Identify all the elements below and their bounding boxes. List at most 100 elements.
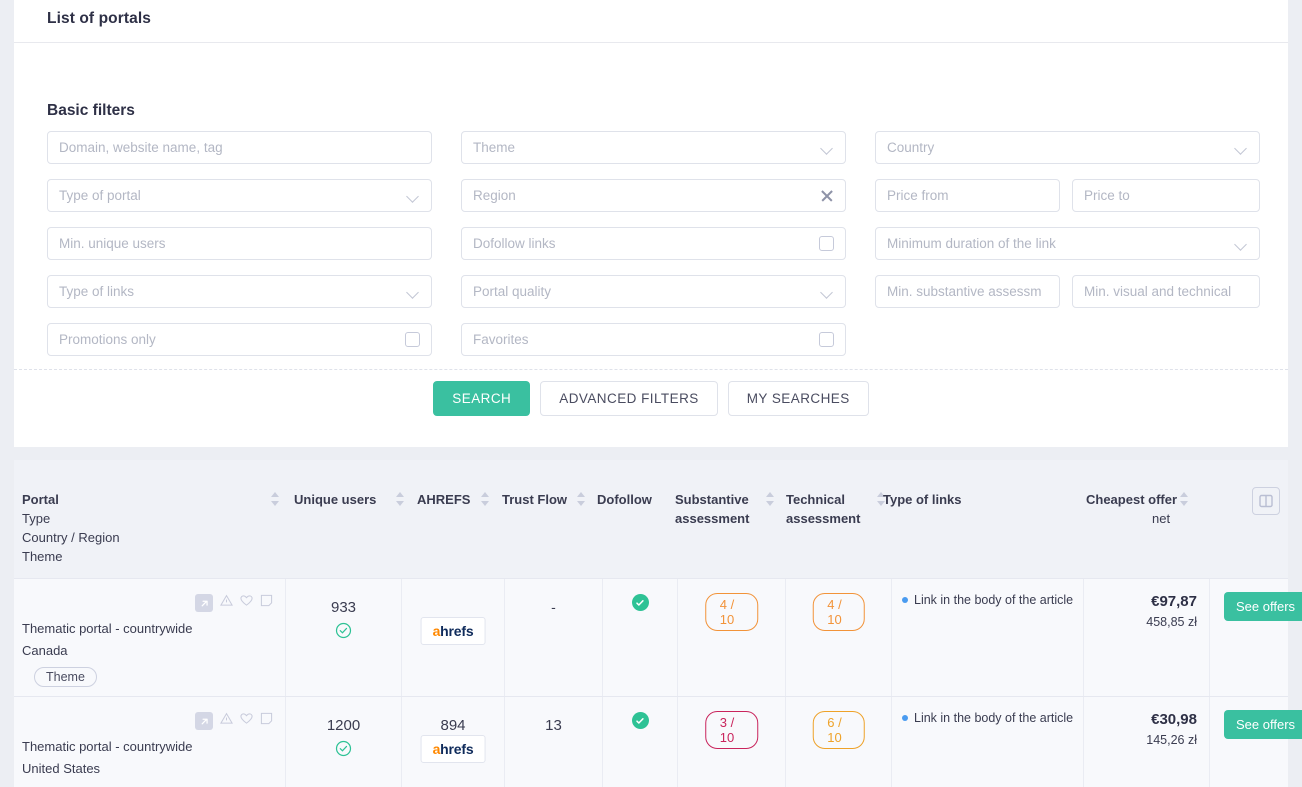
note-icon[interactable] <box>260 712 273 730</box>
portal-action-icons <box>195 594 273 612</box>
portal-quality-placeholder: Portal quality <box>473 284 552 299</box>
cell-portal: Thematic portal - countrywide United Sta… <box>14 697 286 787</box>
col-header-ahrefs[interactable]: AHREFS <box>417 490 470 509</box>
heart-icon[interactable] <box>240 594 253 612</box>
portal-quality-select[interactable]: Portal quality <box>461 275 846 308</box>
min-visual-input[interactable]: Min. visual and technical <box>1072 275 1260 308</box>
table-row[interactable]: Thematic portal - countrywide United Sta… <box>14 696 1302 787</box>
min-visual-placeholder: Min. visual and technical <box>1084 284 1232 299</box>
cell-technical-assessment: 6 / 10 <box>786 697 892 787</box>
sort-cheapest-icon[interactable] <box>1180 492 1189 506</box>
chevron-down-icon <box>407 288 420 296</box>
external-link-icon[interactable] <box>195 712 213 730</box>
dofollow-links-checkbox-field[interactable]: Dofollow links <box>461 227 846 260</box>
country-placeholder: Country <box>887 140 935 155</box>
cell-dofollow <box>603 579 678 696</box>
col-header-cheapest-offer[interactable]: Cheapest offer <box>1086 490 1177 509</box>
cell-substantive-assessment: 3 / 10 <box>678 697 786 787</box>
sort-trust-flow-icon[interactable] <box>577 492 586 506</box>
link-type: Link in the body of the article <box>902 711 1073 725</box>
min-duration-select[interactable]: Minimum duration of the link <box>875 227 1260 260</box>
region-placeholder: Region <box>473 188 516 203</box>
cell-dofollow <box>603 697 678 787</box>
cell-cheapest-offer: €97,87 458,85 zł <box>1084 579 1210 696</box>
promotions-only-checkbox-field[interactable]: Promotions only <box>47 323 432 356</box>
technical-badge: 4 / 10 <box>812 593 865 631</box>
close-icon[interactable] <box>820 189 834 203</box>
region-select[interactable]: Region <box>461 179 846 212</box>
cell-ahrefs: 894 ahrefs <box>402 697 505 787</box>
note-icon[interactable] <box>260 594 273 612</box>
price-to-placeholder: Price to <box>1084 188 1130 203</box>
see-offers-button[interactable]: See offers <box>1224 592 1302 621</box>
sort-ahrefs-icon[interactable] <box>481 492 490 506</box>
advanced-filters-button[interactable]: ADVANCED FILTERS <box>540 381 718 416</box>
my-searches-button[interactable]: MY SEARCHES <box>727 381 869 416</box>
cell-action: See offers <box>1210 579 1302 696</box>
col-header-cheapest-net: net <box>1152 511 1171 526</box>
price-from-input[interactable]: Price from <box>875 179 1060 212</box>
ahrefs-logo[interactable]: ahrefs <box>420 735 486 763</box>
sort-unique-users-icon[interactable] <box>396 492 405 506</box>
theme-select[interactable]: Theme <box>461 131 846 164</box>
dofollow-status <box>603 594 677 611</box>
verified-users-icon <box>286 622 401 639</box>
sort-substantive-icon[interactable] <box>766 492 775 506</box>
favorites-checkbox[interactable] <box>819 332 834 347</box>
cell-trust-flow: 13 <box>505 697 603 787</box>
min-substantive-input[interactable]: Min. substantive assessm <box>875 275 1060 308</box>
price-to-input[interactable]: Price to <box>1072 179 1260 212</box>
type-of-portal-placeholder: Type of portal <box>59 188 141 203</box>
chevron-down-icon <box>1235 144 1248 152</box>
sort-portal-icon[interactable] <box>271 492 280 506</box>
favorites-placeholder: Favorites <box>473 332 529 347</box>
col-header-trust-flow[interactable]: Trust Flow <box>502 490 567 509</box>
col-header-portal-country: Country / Region <box>22 530 120 545</box>
min-unique-users-input[interactable]: Min. unique users <box>47 227 432 260</box>
link-type-label: Link in the body of the article <box>914 593 1074 607</box>
table-header-row: Portal Type Country / Region Theme Uniqu… <box>14 460 1288 578</box>
portal-country: United States <box>22 761 101 776</box>
domain-input[interactable]: Domain, website name, tag <box>47 131 432 164</box>
favorites-checkbox-field[interactable]: Favorites <box>461 323 846 356</box>
col-header-technical[interactable]: Technical <box>786 490 845 509</box>
type-of-links-select[interactable]: Type of links <box>47 275 432 308</box>
external-link-icon[interactable] <box>195 594 213 612</box>
col-header-unique-users[interactable]: Unique users <box>294 490 376 509</box>
table-row[interactable]: Thematic portal - countrywide Canada The… <box>14 578 1302 696</box>
cell-ahrefs: ahrefs <box>402 579 505 696</box>
domain-placeholder: Domain, website name, tag <box>59 140 223 155</box>
columns-layout-button[interactable] <box>1252 487 1280 515</box>
portal-action-icons <box>195 712 273 730</box>
country-select[interactable]: Country <box>875 131 1260 164</box>
promotions-only-checkbox[interactable] <box>405 332 420 347</box>
search-button[interactable]: SEARCH <box>433 381 531 416</box>
cell-action: See offers <box>1210 697 1302 787</box>
ahrefs-value: 894 <box>440 717 466 734</box>
price-eur: €30,98 <box>1151 711 1197 728</box>
warning-triangle-icon[interactable] <box>220 712 233 730</box>
columns-layout-icon <box>1259 494 1273 508</box>
col-header-type-of-links[interactable]: Type of links <box>883 490 962 509</box>
link-type-label: Link in the body of the article <box>914 711 1074 725</box>
col-header-portal-theme: Theme <box>22 549 63 564</box>
type-of-portal-select[interactable]: Type of portal <box>47 179 432 212</box>
ahrefs-logo[interactable]: ahrefs <box>420 617 486 645</box>
dofollow-links-checkbox[interactable] <box>819 236 834 251</box>
col-header-technical-2: assessment <box>786 511 861 526</box>
col-header-substantive[interactable]: Substantive <box>675 490 749 509</box>
portal-theme-tag[interactable]: Theme <box>34 667 97 687</box>
basic-filters-panel: Basic filters Domain, website name, tag … <box>14 43 1288 447</box>
basic-filters-title: Basic filters <box>47 102 135 119</box>
portal-type: Thematic portal - countrywide <box>22 739 193 754</box>
see-offers-button[interactable]: See offers <box>1224 710 1302 739</box>
trust-flow-value: 13 <box>545 717 562 734</box>
warning-triangle-icon[interactable] <box>220 594 233 612</box>
price-pln: 145,26 zł <box>1146 733 1197 747</box>
min-unique-users-placeholder: Min. unique users <box>59 236 166 251</box>
heart-icon[interactable] <box>240 712 253 730</box>
col-header-dofollow[interactable]: Dofollow <box>597 490 652 509</box>
col-header-portal-type: Type <box>22 511 51 526</box>
col-header-portal[interactable]: Portal <box>22 490 59 509</box>
portals-panel-header: List of portals <box>14 0 1288 43</box>
